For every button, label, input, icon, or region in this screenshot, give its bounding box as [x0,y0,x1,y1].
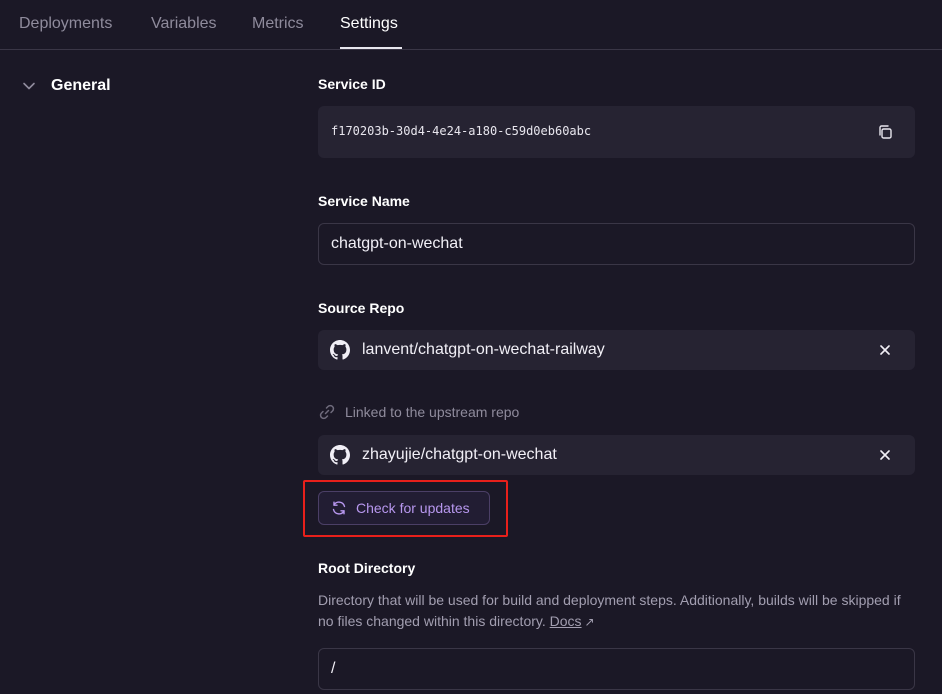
linked-upstream-text: Linked to the upstream repo [345,404,520,420]
link-icon [319,404,335,420]
tab-metrics[interactable]: Metrics [252,15,304,33]
upstream-repo-field: zhayujie/chatgpt-on-wechat [318,435,915,475]
github-icon [330,445,350,465]
source-repo-field: lanvent/chatgpt-on-wechat-railway [318,330,915,370]
service-name-label: Service Name [318,193,410,209]
service-id-field: f170203b-30d4-4e24-a180-c59d0eb60abc [318,106,915,158]
root-directory-description: Directory that will be used for build an… [318,590,918,633]
close-icon[interactable] [879,344,891,356]
docs-link[interactable]: Docs [550,613,582,629]
close-icon[interactable] [879,449,891,461]
copy-icon[interactable] [877,124,893,140]
tab-bar: Deployments Variables Metrics Settings [0,0,942,50]
active-tab-indicator [340,47,402,49]
service-name-value: chatgpt-on-wechat [331,235,463,252]
upstream-repo-name[interactable]: zhayujie/chatgpt-on-wechat [362,446,557,464]
linked-upstream-note: Linked to the upstream repo [318,403,519,421]
service-id-value: f170203b-30d4-4e24-a180-c59d0eb60abc [331,124,592,138]
source-repo-label: Source Repo [318,300,405,316]
root-directory-description-text: Directory that will be used for build an… [318,592,901,629]
settings-page: Deployments Variables Metrics Settings G… [0,0,942,694]
check-for-updates-label: Check for updates [356,500,470,516]
root-directory-label: Root Directory [318,560,416,576]
source-repo-name[interactable]: lanvent/chatgpt-on-wechat-railway [362,341,605,359]
github-icon [330,340,350,360]
section-general-label: General [51,77,111,94]
service-id-label: Service ID [318,76,386,92]
tab-deployments[interactable]: Deployments [19,15,112,33]
external-link-icon: ↗ [584,615,595,629]
check-for-updates-button[interactable]: Check for updates [318,491,490,525]
section-general-toggle[interactable]: General [22,74,111,98]
service-name-input[interactable]: chatgpt-on-wechat [318,223,915,265]
root-directory-input[interactable]: / [318,648,915,690]
tab-settings[interactable]: Settings [340,15,398,33]
root-directory-value: / [331,660,336,677]
tab-variables[interactable]: Variables [151,15,217,33]
refresh-icon [332,501,346,515]
chevron-down-icon [23,82,35,90]
